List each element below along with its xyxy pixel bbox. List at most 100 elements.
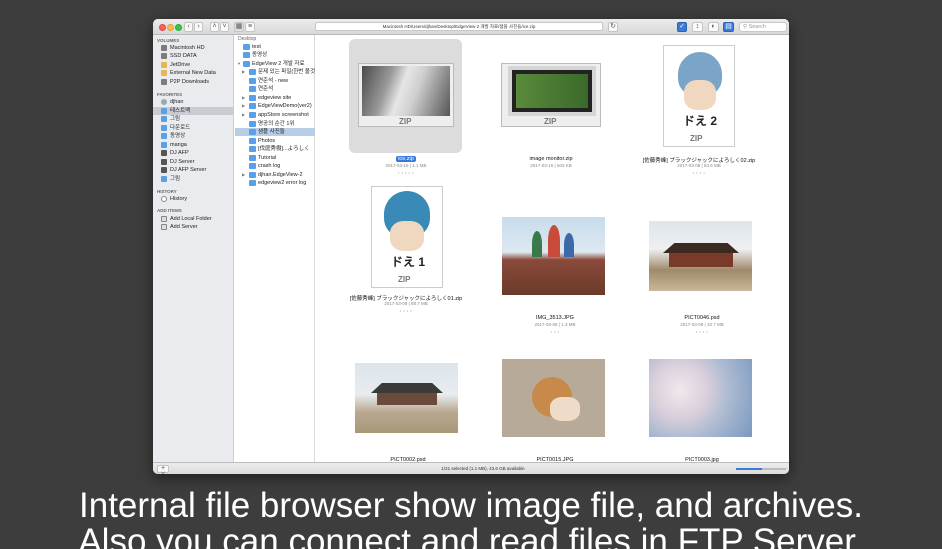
folder-icon: [161, 176, 167, 182]
list-view-button[interactable]: ≡: [245, 22, 255, 32]
tree-item[interactable]: 동영상: [235, 51, 315, 59]
zoom-window-button[interactable]: [175, 24, 182, 31]
tree-item-label: EdgeViewDemo(ver2): [258, 103, 312, 109]
sidebar-item-label: DJ AFP: [170, 150, 189, 156]
file-thumbnail[interactable]: PICT0002.psd 2017-03-08 | 18.7 MB: [338, 327, 478, 469]
folder-icon: [249, 146, 256, 152]
file-thumbnail[interactable]: IMG_3513.JPG 2017-03-08 | 1.3 MB • • •: [485, 185, 625, 334]
add-local-folder-button[interactable]: Add Local Folder: [153, 215, 234, 223]
sidebar-item-favorite[interactable]: 다운로드: [153, 124, 234, 132]
sidebar-item-favorite[interactable]: 그림: [153, 115, 234, 123]
sidebar-item-volume[interactable]: P2P Downloads: [153, 78, 234, 86]
tree-item-label: appStore screenshot: [258, 112, 309, 118]
sidebar-item-label: 동영상: [170, 133, 186, 139]
disclosure-closed-icon[interactable]: ▶: [242, 171, 245, 179]
tree-item[interactable]: ▶ djhan.EdgeView-2: [235, 171, 315, 179]
tree-item[interactable]: ▶ EdgeViewDemo(ver2): [235, 102, 315, 110]
toggle-button[interactable]: ◐: [708, 22, 719, 32]
grid-view-button[interactable]: ▦: [234, 22, 244, 32]
sidebar-item-history[interactable]: History: [153, 195, 234, 203]
search-input[interactable]: ⚲ Search: [739, 22, 787, 32]
add-items-header: ADD ITEMS: [157, 208, 182, 213]
history-header: HISTORY: [157, 189, 177, 194]
rating-stars[interactable]: • • • •: [336, 308, 476, 313]
add-button[interactable]: + ˅: [157, 465, 169, 474]
sidebar-item-favorite[interactable]: 테스트맥: [153, 107, 234, 115]
tree-item[interactable]: crash log: [235, 162, 315, 170]
rating-stars[interactable]: • • • • •: [336, 170, 476, 175]
file-name: IMG_3513.JPG: [536, 315, 574, 321]
tree-item[interactable]: Photos: [235, 137, 315, 145]
checkbox-toggle[interactable]: ✓: [677, 22, 687, 32]
file-thumbnail[interactable]: ZIP image monitor.zip 2017-03-16 | 603 K…: [481, 37, 621, 177]
sidebar-item-volume[interactable]: Macintosh HD: [153, 44, 234, 52]
thumbnail-grid: ZIP ice.zip 2017-03-16 | 1.1 MB • • • • …: [316, 35, 789, 469]
sidebar-item-favorite[interactable]: djhan: [153, 98, 234, 106]
tree-item[interactable]: ▼ EdgeView 2 개발 자료: [235, 60, 315, 68]
file-meta: 2017-03-08 | 88.7 MB: [384, 301, 428, 306]
zip-label: ZIP: [690, 134, 703, 143]
file-thumbnail[interactable]: ドえ 2 ZIP [佐藤秀峰] ブラックジャックによろしく02.zip 2017…: [629, 37, 769, 177]
tree-item-label: test: [252, 44, 261, 50]
folder-icon: [243, 52, 250, 58]
tree-item[interactable]: 연준석 - new: [235, 77, 315, 85]
tree-item[interactable]: 연준석: [235, 85, 315, 93]
zip-thumbnail: ZIP: [501, 63, 601, 127]
tree-item-selected[interactable]: 샘플 사진들: [235, 128, 315, 136]
path-field[interactable]: Macintosh HD/Users/djhan/Desktop/EdgeVie…: [315, 22, 603, 31]
folder-add-icon: [161, 216, 167, 222]
file-thumbnail[interactable]: PICT0046.psd 2017-03-08 | 10.7 MB • • • …: [632, 185, 772, 334]
tree-item[interactable]: 명공의 순간 1위: [235, 120, 315, 128]
close-window-button[interactable]: [159, 24, 166, 31]
folder-icon: [249, 138, 256, 144]
rating-stars[interactable]: • • • •: [629, 170, 769, 175]
tree-item[interactable]: [伐庭秀樹]...よろしく: [235, 145, 315, 153]
tree-item[interactable]: edgeview2 error log: [235, 179, 315, 187]
file-thumbnail[interactable]: ドえ 1 ZIP [佐藤秀峰] ブラックジャックによろしく01.zip 2017…: [336, 185, 476, 325]
file-thumbnail[interactable]: PICT0015.JPG 2017-02-27 | 3.6 MB: [485, 327, 625, 469]
sidebar-item-volume[interactable]: External New Data: [153, 69, 234, 77]
sidebar-item-favorite[interactable]: 그림: [153, 175, 234, 183]
tree-item[interactable]: Tutorial: [235, 154, 315, 162]
sidebar-item-label: SSD DATA: [170, 53, 197, 59]
down-button[interactable]: ˅: [220, 22, 229, 32]
drive-icon: [161, 53, 167, 59]
disclosure-open-icon[interactable]: ▼: [237, 60, 241, 68]
folder-icon: [161, 133, 167, 139]
disclosure-closed-icon[interactable]: ▶: [242, 68, 245, 76]
reload-button[interactable]: ↻: [608, 22, 618, 32]
folder-icon: [161, 108, 167, 114]
sidebar-item-favorite[interactable]: DJ Server: [153, 158, 234, 166]
sort-button[interactable]: ↕: [692, 22, 703, 32]
tree-item-label: 문제 있는 파일(한번 볼것): [258, 69, 315, 75]
tree-item[interactable]: ▶ appStore screenshot: [235, 111, 315, 119]
add-server-button[interactable]: Add Server: [153, 223, 234, 231]
tree-item[interactable]: ▶ 문제 있는 파일(한번 볼것): [235, 68, 315, 76]
back-button[interactable]: ‹: [184, 22, 193, 32]
sidebar-item-label: External New Data: [170, 70, 216, 76]
tree-item[interactable]: ▶ edgeview site: [235, 94, 315, 102]
sidebar-item-favorite[interactable]: manga: [153, 141, 234, 149]
sidebar-item-volume[interactable]: JetDrive: [153, 61, 234, 69]
sidebar-item-volume[interactable]: SSD DATA: [153, 52, 234, 60]
disclosure-closed-icon[interactable]: ▶: [242, 111, 245, 119]
photo-image: [649, 221, 752, 291]
drive-icon: [161, 70, 167, 76]
zoom-slider[interactable]: [736, 468, 786, 470]
panel-button[interactable]: ▤: [723, 22, 734, 32]
disclosure-closed-icon[interactable]: ▶: [242, 94, 245, 102]
disclosure-closed-icon[interactable]: ▶: [242, 102, 245, 110]
sidebar-item-favorite[interactable]: 동영상: [153, 132, 234, 140]
minimize-window-button[interactable]: [167, 24, 174, 31]
zip-label: ZIP: [398, 275, 411, 284]
sidebar-item-favorite[interactable]: DJ AFP: [153, 149, 234, 157]
up-button[interactable]: ˄: [210, 22, 219, 32]
forward-button[interactable]: ›: [194, 22, 203, 32]
sidebar-item-favorite[interactable]: DJ AFP Server: [153, 166, 234, 174]
server-icon: [161, 167, 167, 173]
toolbar: ‹ › ˄ ˅ ▦ ≡ Macintosh HD/Users/djhan/Des…: [153, 19, 789, 35]
folder-icon: [249, 129, 256, 135]
tree-item[interactable]: test: [235, 43, 315, 51]
file-thumbnail[interactable]: PICT0003.jpg 2017-02-27 | 2.7 MB: [632, 327, 772, 469]
file-thumbnail-selected[interactable]: ZIP ice.zip 2017-03-16 | 1.1 MB • • • • …: [349, 37, 489, 177]
